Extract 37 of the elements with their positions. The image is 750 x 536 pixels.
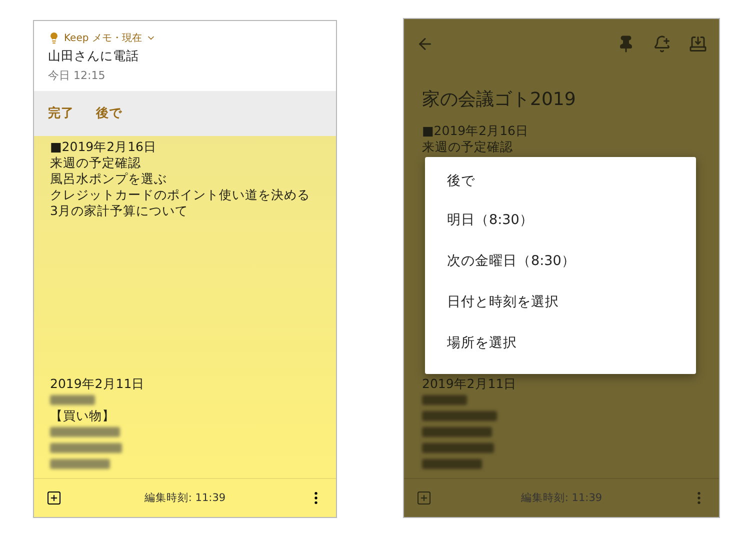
pin-icon[interactable] bbox=[617, 35, 635, 53]
note-line: 来週の予定確認 bbox=[50, 155, 142, 171]
notification-title: 山田さんに電話 bbox=[48, 48, 140, 65]
note-line: 2019年2月11日 bbox=[50, 376, 146, 392]
notification-time: 今日 12:15 bbox=[48, 68, 106, 83]
bell-plus-icon[interactable] bbox=[653, 35, 671, 53]
note-title: 家の会議ゴト2019 bbox=[422, 88, 577, 111]
note-line: 来週の予定確認 bbox=[422, 139, 514, 155]
blurred-text bbox=[50, 459, 110, 469]
note-line: クレジットカードのポイント使い道を決める bbox=[50, 187, 311, 203]
menu-item[interactable]: 次の金曜日（8:30） bbox=[425, 241, 696, 282]
menu-title: 後で bbox=[446, 172, 476, 191]
blurred-text bbox=[422, 459, 482, 469]
blurred-text bbox=[422, 427, 492, 437]
menu-item[interactable]: 日付と時刻を選択 bbox=[425, 282, 696, 323]
edited-time: 編集時刻: 11:39 bbox=[144, 491, 226, 505]
note-line: 3月の家計予算について bbox=[50, 203, 189, 219]
action-button[interactable]: 完了 bbox=[48, 105, 74, 122]
note-line: 2019年2月11日 bbox=[422, 376, 518, 392]
blurred-text bbox=[50, 443, 122, 453]
note-line: ■2019年2月16日 bbox=[50, 139, 158, 155]
notification-header: Keep メモ・現在 bbox=[64, 32, 142, 45]
blurred-text bbox=[422, 395, 467, 405]
action-button[interactable]: 後で bbox=[96, 105, 122, 122]
blurred-text bbox=[50, 395, 95, 405]
note-line: 風呂水ポンプを選ぶ bbox=[50, 171, 168, 187]
note-line: ■2019年2月16日 bbox=[422, 123, 530, 139]
add-icon[interactable] bbox=[46, 490, 62, 506]
blurred-text bbox=[422, 443, 494, 453]
menu-item[interactable]: 場所を選択 bbox=[425, 323, 696, 364]
menu-item[interactable]: 明日（8:30） bbox=[425, 200, 696, 241]
note-line: 【買い物】 bbox=[50, 408, 116, 424]
blurred-text bbox=[50, 427, 120, 437]
archive-icon[interactable] bbox=[689, 35, 707, 53]
lightbulb-icon bbox=[48, 32, 60, 44]
edited-time: 編集時刻: 11:39 bbox=[520, 491, 602, 505]
back-icon[interactable] bbox=[416, 35, 434, 53]
